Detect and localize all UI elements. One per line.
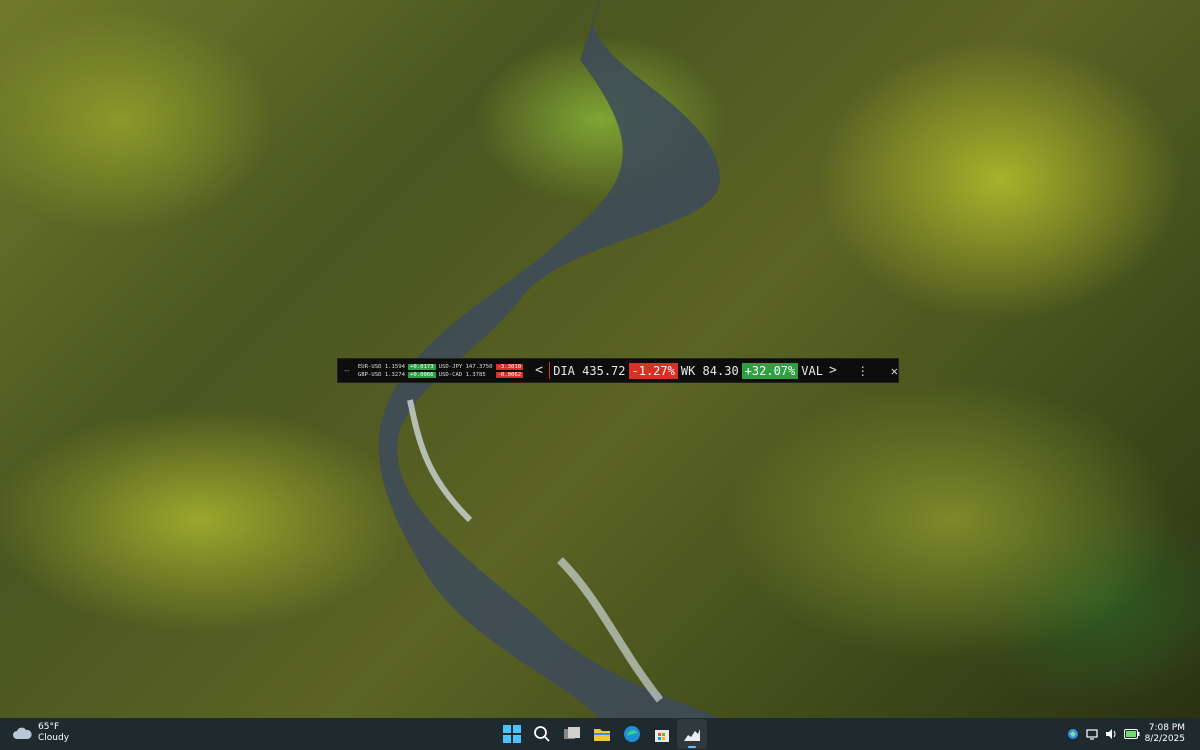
file-explorer-button[interactable] — [587, 719, 617, 749]
prev-button[interactable]: < — [529, 363, 549, 378]
quote-usd-cad: USD-CAD 1.3785 — [438, 371, 486, 378]
ticker-item-wk: WK 84.30 — [680, 363, 739, 378]
quote-eur-usd-change: +0.0173 — [408, 363, 436, 370]
taskbar: 65°F Cloudy 7:08 PM 8/2/2025 — [0, 718, 1200, 750]
quote-gbp-usd: GBP-USD 1.3274 — [357, 371, 406, 378]
edge-icon — [624, 726, 640, 742]
ticker-item-dia-change: -1.27% — [628, 362, 678, 379]
currency-quotes: EUR-USD 1.1594 +0.0173 USD-JPY 147.3750 … — [357, 363, 524, 378]
world-map-icon — [344, 369, 350, 372]
quote-usd-jpy-change: -3.3010 — [495, 363, 524, 370]
more-menu-button[interactable]: ⋮ — [857, 364, 869, 378]
ticker-item-val: VAL — [801, 363, 823, 378]
task-view-button[interactable] — [557, 719, 587, 749]
app-tray-icon[interactable] — [1067, 728, 1079, 740]
task-view-icon — [564, 727, 580, 739]
file-explorer-icon — [594, 729, 610, 741]
search-icon — [534, 726, 550, 742]
taskbar-apps — [497, 718, 707, 750]
volume-icon[interactable] — [1105, 728, 1117, 740]
system-tray — [1067, 718, 1140, 750]
cloud-icon — [13, 727, 32, 739]
weather-temp: 65°F — [38, 722, 60, 732]
quote-usd-cad-change: -0.0062 — [495, 371, 524, 378]
quote-usd-jpy: USD-JPY 147.3750 — [438, 363, 493, 370]
close-button[interactable]: ✕ — [891, 364, 898, 378]
battery-icon[interactable] — [1124, 729, 1140, 739]
ticker-item-wk-change: +32.07% — [741, 362, 799, 379]
store-button[interactable] — [647, 719, 677, 749]
next-button[interactable]: > — [823, 363, 843, 378]
quote-eur-usd: EUR-USD 1.1594 — [357, 363, 406, 370]
weather-widget[interactable]: 65°F Cloudy — [12, 722, 69, 744]
stock-ticker-widget: EUR-USD 1.1594 +0.0173 USD-JPY 147.3750 … — [337, 358, 899, 383]
edge-button[interactable] — [617, 719, 647, 749]
ticker-item-dia: DIA 435.72 — [553, 363, 626, 378]
weather-condition: Cloudy — [38, 733, 70, 743]
clock-time: 7:08 PM — [1148, 723, 1185, 733]
network-icon[interactable] — [1086, 728, 1098, 740]
quote-gbp-usd-change: +0.0066 — [408, 371, 436, 378]
search-button[interactable] — [527, 719, 557, 749]
start-button[interactable] — [497, 719, 527, 749]
clock-date: 8/2/2025 — [1144, 734, 1185, 744]
start-icon — [503, 725, 521, 743]
clock[interactable]: 7:08 PM 8/2/2025 — [1145, 723, 1185, 745]
stock-ticker-app-icon — [684, 729, 700, 741]
store-icon — [655, 730, 669, 742]
stock-ticker-app-button[interactable] — [677, 719, 707, 749]
